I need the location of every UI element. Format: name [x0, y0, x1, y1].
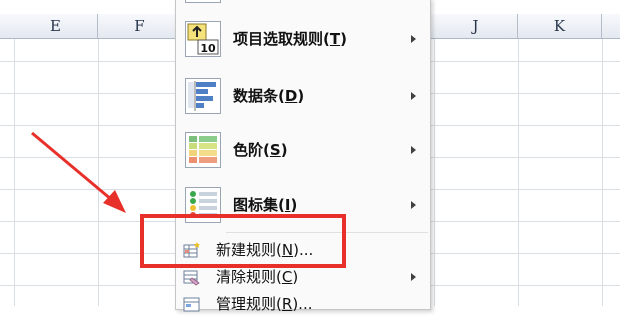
annotation-highlight-box	[140, 214, 346, 268]
